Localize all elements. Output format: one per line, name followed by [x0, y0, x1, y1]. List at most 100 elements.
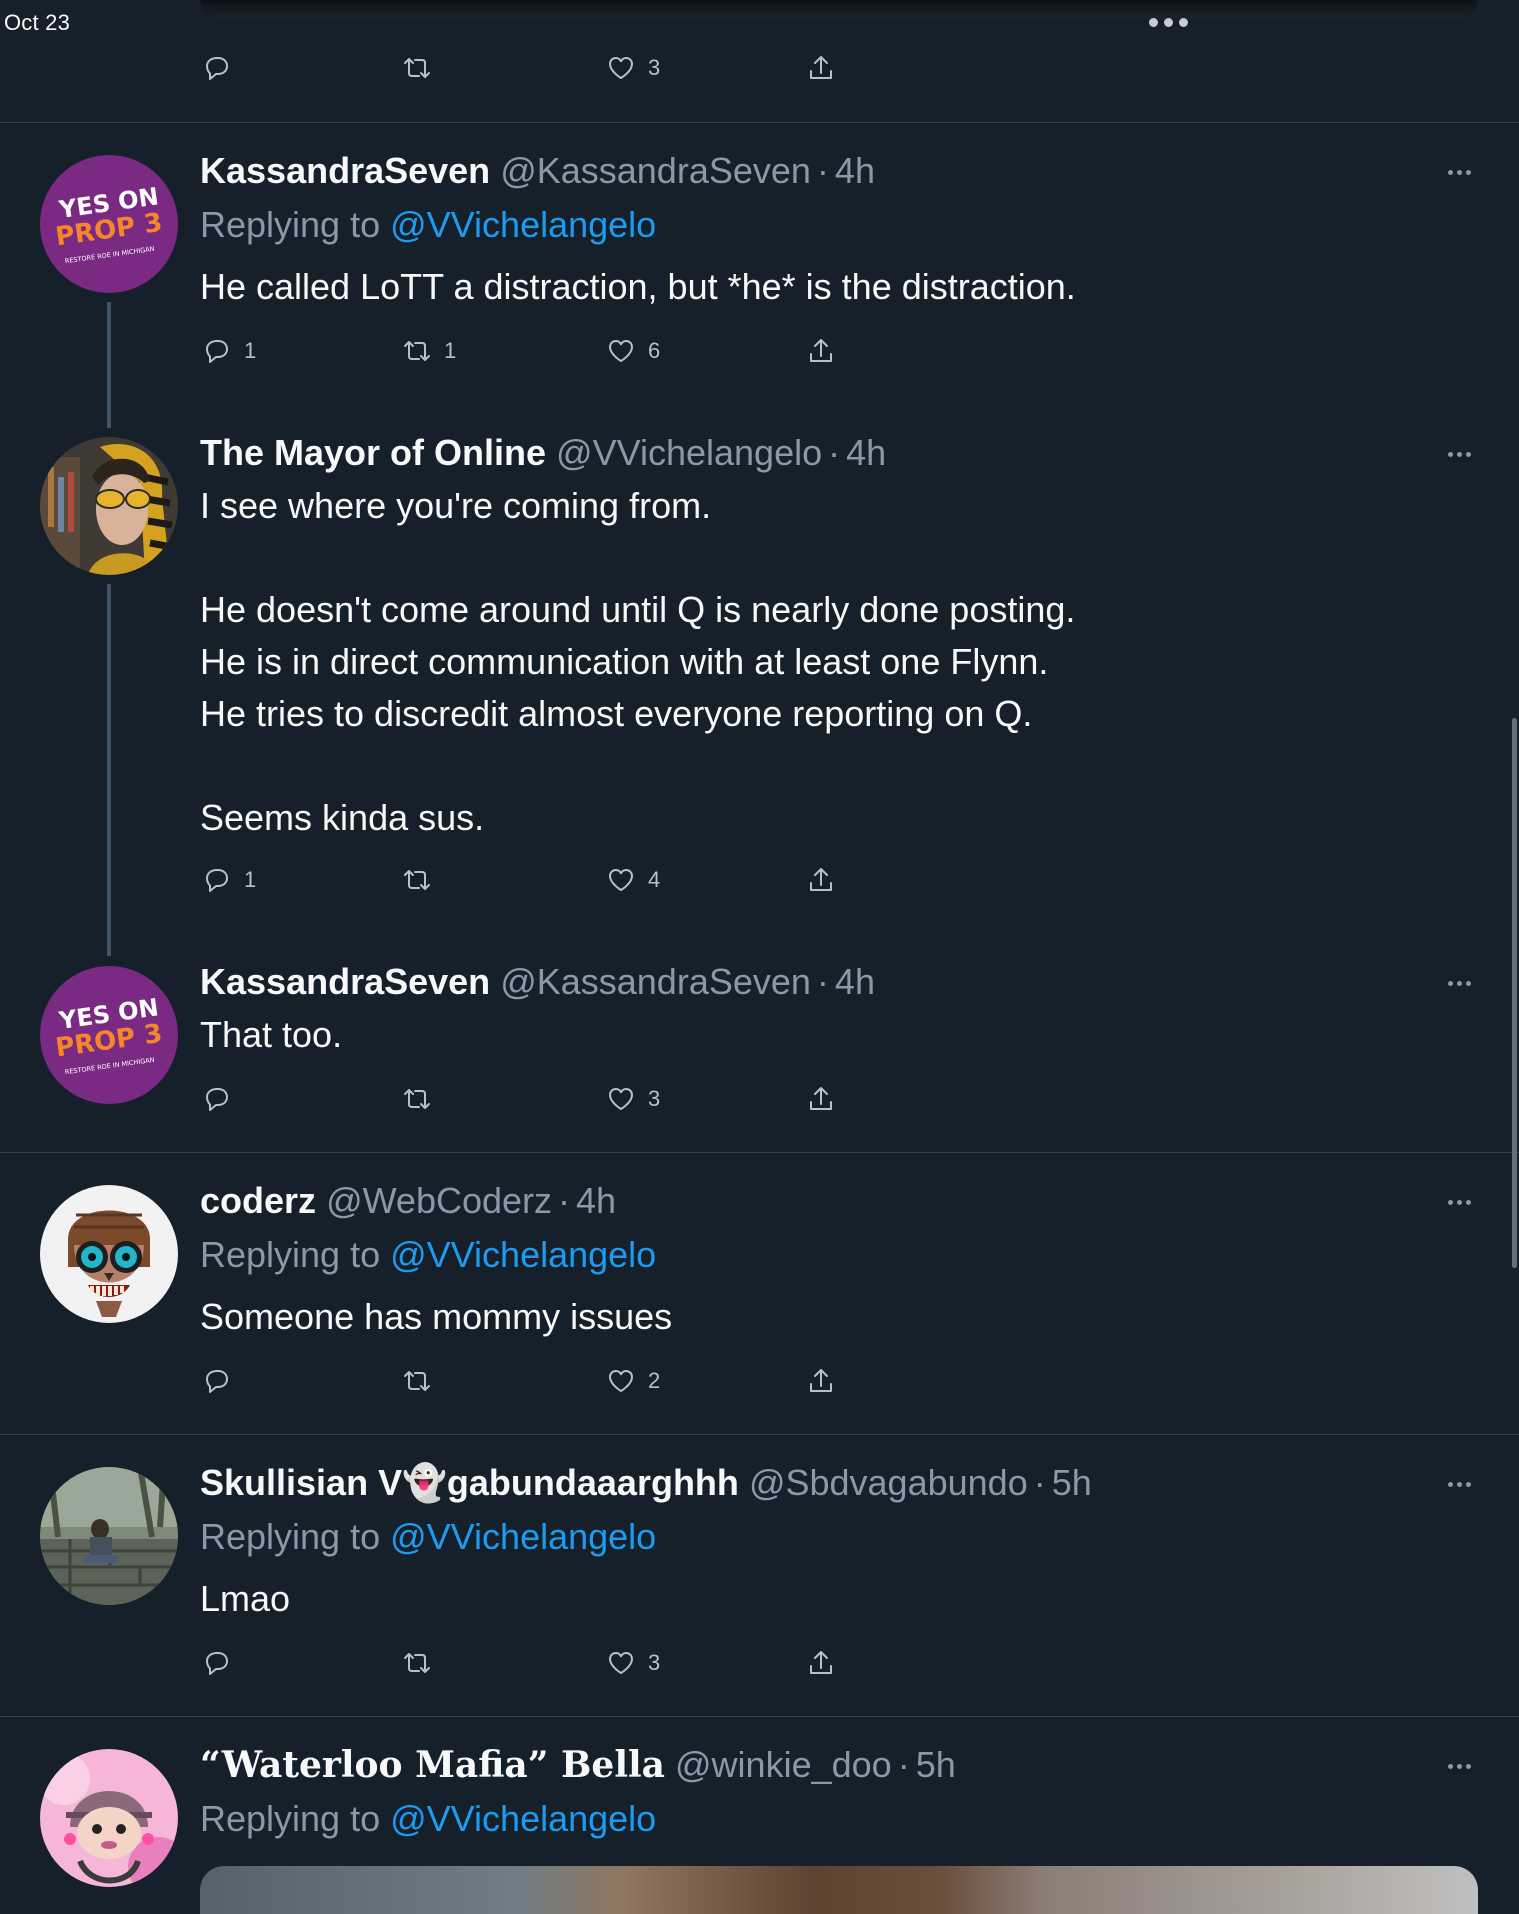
reply-icon: [206, 1088, 228, 1111]
timestamp[interactable]: 5h: [916, 1744, 956, 1785]
tweet-text: Someone has mommy issues: [200, 1296, 673, 1337]
timestamp[interactable]: 4h: [846, 432, 886, 473]
mention-link[interactable]: @VVichelangelo: [390, 204, 656, 245]
more-options-icon[interactable]: [1448, 981, 1471, 986]
like-count: 2: [648, 1368, 661, 1393]
scrollbar[interactable]: [1512, 718, 1517, 1268]
handle[interactable]: @KassandraSeven: [500, 961, 811, 1002]
tweet-media-image[interactable]: [200, 1866, 1478, 1914]
reply-icon: [206, 869, 228, 892]
handle[interactable]: @winkie_doo: [675, 1744, 892, 1785]
tweet-header: “Waterloo Mafia” Bella @winkie_doo · 5h: [200, 1744, 956, 1786]
heart-icon: [609, 1370, 633, 1392]
avatar[interactable]: [40, 1467, 178, 1605]
reply-button[interactable]: [200, 1079, 244, 1119]
avatar[interactable]: YES ON PROP 3 RESTORE ROE IN MICHIGAN: [40, 155, 178, 293]
share-button[interactable]: [804, 48, 838, 88]
tweet-divider: [0, 1434, 1519, 1435]
like-button[interactable]: 3: [604, 48, 660, 88]
reply-icon: [206, 1652, 228, 1675]
reply-button[interactable]: 1: [200, 860, 256, 900]
timestamp[interactable]: 4h: [835, 961, 875, 1002]
like-count: 3: [648, 1650, 661, 1675]
like-button[interactable]: 2: [604, 1361, 660, 1401]
tweet-header: KassandraSeven @KassandraSeven · 4h: [200, 150, 875, 191]
replying-to: Replying to @VVichelangelo: [200, 204, 657, 245]
handle[interactable]: @KassandraSeven: [500, 150, 811, 191]
tweet-header: KassandraSeven @KassandraSeven · 4h: [200, 961, 875, 1002]
mention-link[interactable]: @VVichelangelo: [390, 1798, 656, 1839]
reply-button[interactable]: 1: [200, 331, 256, 371]
reply-count: 1: [244, 867, 257, 892]
share-button[interactable]: [804, 1643, 838, 1683]
display-name[interactable]: “Waterloo Mafia” Bella: [200, 1744, 665, 1786]
more-options-icon[interactable]: [1448, 170, 1471, 175]
like-button[interactable]: 6: [604, 331, 660, 371]
previous-tweet-image-edge: [200, 0, 1478, 18]
reply-icon: [206, 57, 228, 80]
timestamp[interactable]: 4h: [576, 1180, 616, 1221]
share-icon: [810, 56, 832, 79]
mention-link[interactable]: @VVichelangelo: [390, 1516, 656, 1557]
like-count: 6: [648, 338, 661, 363]
display-name[interactable]: coderz: [200, 1180, 316, 1221]
display-name[interactable]: KassandraSeven: [200, 961, 490, 1002]
retweet-count: 1: [444, 338, 457, 363]
reply-button[interactable]: [200, 1643, 244, 1683]
replying-to: Replying to @VVichelangelo: [200, 1234, 657, 1275]
display-name[interactable]: Skullisian V👻gabundaaarghhh: [200, 1462, 739, 1503]
reply-count: 1: [244, 338, 257, 363]
avatar[interactable]: YES ON PROP 3 RESTORE ROE IN MICHIGAN: [40, 966, 178, 1104]
tweet-divider: [0, 1716, 1519, 1717]
status-bar-date: Oct 23: [4, 10, 71, 35]
multitasking-dots-icon[interactable]: [1149, 18, 1188, 27]
retweet-icon: [404, 341, 430, 361]
retweet-button[interactable]: 1: [400, 331, 456, 371]
handle[interactable]: @VVichelangelo: [556, 432, 822, 473]
thread-line: [107, 302, 111, 428]
like-button[interactable]: 3: [604, 1643, 660, 1683]
share-button[interactable]: [804, 860, 838, 900]
more-options-icon[interactable]: [1448, 452, 1471, 457]
reply-icon: [206, 340, 228, 363]
heart-icon: [609, 57, 633, 79]
like-count: 3: [648, 1086, 661, 1111]
more-options-icon[interactable]: [1448, 1764, 1471, 1769]
share-icon: [810, 1369, 832, 1392]
replying-to: Replying to @VVichelangelo: [200, 1516, 657, 1557]
retweet-button[interactable]: [400, 1079, 444, 1119]
more-options-icon[interactable]: [1448, 1200, 1471, 1205]
like-button[interactable]: 3: [604, 1079, 660, 1119]
retweet-button[interactable]: [400, 860, 444, 900]
retweet-button[interactable]: [400, 1643, 444, 1683]
share-button[interactable]: [804, 1361, 838, 1401]
heart-icon: [609, 1088, 633, 1110]
heart-icon: [609, 340, 633, 362]
more-options-icon[interactable]: [1448, 1482, 1471, 1487]
heart-icon: [609, 869, 633, 891]
timestamp[interactable]: 4h: [835, 150, 875, 191]
share-button[interactable]: [804, 1079, 838, 1119]
thread-line: [107, 584, 111, 956]
share-button[interactable]: [804, 331, 838, 371]
reply-icon: [206, 1370, 228, 1393]
retweet-icon: [404, 1089, 430, 1109]
share-icon: [810, 868, 832, 891]
display-name[interactable]: The Mayor of Online: [200, 432, 546, 473]
retweet-button[interactable]: [400, 48, 444, 88]
avatar[interactable]: [40, 437, 178, 575]
tweet-text: Lmao: [200, 1578, 291, 1619]
display-name[interactable]: KassandraSeven: [200, 150, 490, 191]
retweet-button[interactable]: [400, 1361, 444, 1401]
mention-link[interactable]: @VVichelangelo: [390, 1234, 656, 1275]
retweet-icon: [404, 58, 430, 78]
reply-button[interactable]: [200, 1361, 244, 1401]
handle[interactable]: @Sbdvagabundo: [749, 1462, 1028, 1503]
like-button[interactable]: 4: [604, 860, 660, 900]
reply-button[interactable]: [200, 48, 244, 88]
avatar[interactable]: [40, 1185, 178, 1323]
timestamp[interactable]: 5h: [1052, 1462, 1092, 1503]
avatar[interactable]: [40, 1749, 178, 1887]
retweet-icon: [404, 1653, 430, 1673]
handle[interactable]: @WebCoderz: [326, 1180, 552, 1221]
